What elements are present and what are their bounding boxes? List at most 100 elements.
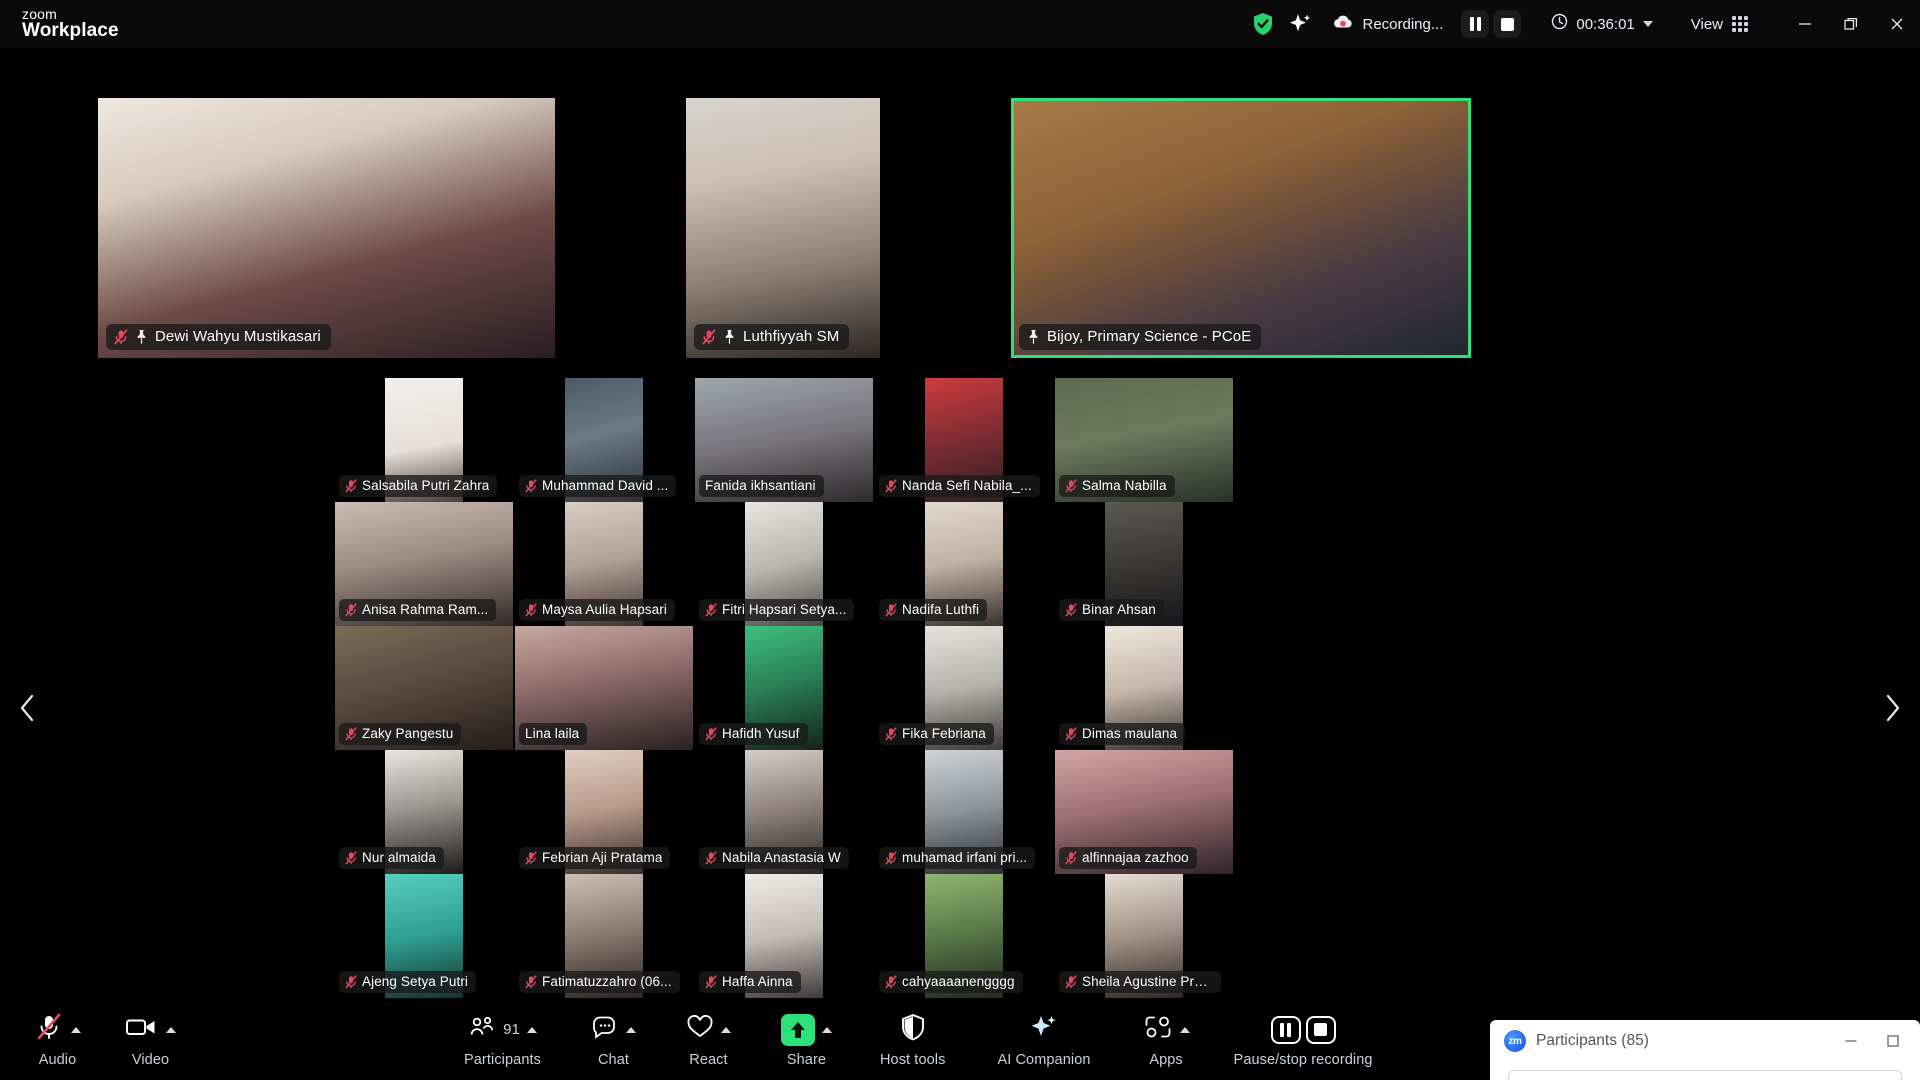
participant-tile[interactable]: Fanida ikhsantiani	[694, 378, 874, 502]
participant-tile[interactable]: Fitri Hapsari Setya...	[694, 502, 874, 626]
timer-value: 00:36:01	[1576, 15, 1635, 33]
participants-button[interactable]: 91 Participants	[460, 1000, 545, 1080]
participant-tile[interactable]: Nanda Sefi Nabila_...	[874, 378, 1054, 502]
participant-name-bar: Anisa Rahma Ram...	[339, 599, 497, 621]
participant-name-bar: Sheila Agustine Pra...	[1059, 971, 1221, 993]
microphone-muted-icon	[114, 328, 128, 345]
participant-name: Salma Nabilla	[1082, 478, 1167, 493]
react-button[interactable]: React	[682, 1000, 735, 1080]
chat-button[interactable]: Chat	[587, 1000, 640, 1080]
participant-tile[interactable]: Muhammad David ...	[514, 378, 694, 502]
microphone-muted-icon	[885, 602, 897, 617]
ai-companion-button[interactable]: AI Companion	[993, 1000, 1094, 1080]
participant-name: Ajeng Setya Putri	[362, 974, 469, 989]
participant-name: Binar Ahsan	[1082, 602, 1156, 617]
participant-tile[interactable]: Hafidh Yusuf	[694, 626, 874, 750]
participant-tile[interactable]: Zaky Pangestu	[334, 626, 514, 750]
participant-name: Anisa Rahma Ram...	[362, 602, 489, 617]
pause-recording-button[interactable]	[1461, 10, 1490, 38]
share-options-caret[interactable]	[821, 1026, 832, 1033]
title-bar: zoom Workplace Recording... 00:36:01 Vie…	[0, 0, 1920, 48]
video-label: Video	[131, 1051, 170, 1068]
microphone-muted-icon	[705, 850, 717, 865]
participant-tile[interactable]: Fatimatuzzahro (06...	[514, 874, 694, 998]
participant-tile[interactable]: Febrian Aji Pratama	[514, 750, 694, 874]
heart-icon	[686, 1014, 714, 1045]
chevron-down-icon[interactable]	[1642, 21, 1653, 27]
participant-name-bar: Haffa Ainna	[699, 971, 801, 993]
ai-sparkle-icon[interactable]	[1288, 12, 1314, 36]
minimize-window-button[interactable]	[1782, 0, 1828, 48]
participant-name: muhamad irfani pri...	[902, 850, 1028, 865]
participant-tile[interactable]: Ajeng Setya Putri	[334, 874, 514, 998]
participants-window[interactable]: zm Participants (85)	[1490, 1020, 1920, 1080]
apps-label: Apps	[1149, 1051, 1183, 1068]
close-window-button[interactable]	[1874, 0, 1920, 48]
participant-name: Nabila Anastasia W	[722, 850, 841, 865]
video-options-caret[interactable]	[166, 1026, 176, 1033]
participant-tile[interactable]: Nur almaida	[334, 750, 514, 874]
video-button[interactable]: Video	[121, 1000, 180, 1080]
microphone-muted-icon	[1065, 974, 1077, 989]
spotlight-tile[interactable]: Dewi Wahyu Mustikasari	[98, 98, 555, 358]
microphone-muted-icon	[525, 974, 537, 989]
participants-window-title: Participants (85)	[1536, 1032, 1649, 1049]
react-label: React	[689, 1051, 728, 1068]
participant-tile[interactable]: Salsabila Putri Zahra	[334, 378, 514, 502]
participant-tile[interactable]: Anisa Rahma Ram...	[334, 502, 514, 626]
participant-tile[interactable]: Binar Ahsan	[1054, 502, 1234, 626]
previous-page-button[interactable]	[8, 688, 48, 728]
zoom-logo-icon: zm	[1504, 1030, 1526, 1052]
meeting-timer[interactable]: 00:36:01	[1551, 13, 1653, 35]
participant-name-bar: Hafidh Yusuf	[699, 723, 808, 745]
participant-tile[interactable]: Fika Febriana	[874, 626, 1054, 750]
pause-stop-recording-button[interactable]: Pause/stop recording	[1230, 1000, 1377, 1080]
participants-window-maximize-button[interactable]	[1872, 1021, 1914, 1061]
window-controls	[1782, 0, 1920, 48]
shield-check-icon[interactable]	[1252, 12, 1274, 36]
pause-icon[interactable]	[1270, 1015, 1301, 1044]
participant-name-bar: Dimas maulana	[1059, 723, 1186, 745]
participants-options-caret[interactable]	[526, 1026, 537, 1033]
share-screen-arrow-icon	[780, 1013, 815, 1046]
restore-window-button[interactable]	[1828, 0, 1874, 48]
participants-search-input[interactable]	[1508, 1070, 1902, 1080]
participant-tile[interactable]: muhamad irfani pri...	[874, 750, 1054, 874]
participant-tile[interactable]: Salma Nabilla	[1054, 378, 1234, 502]
video-stage: Dewi Wahyu Mustikasari Luthfiyyah SM Bij…	[0, 48, 1920, 1000]
participant-tile[interactable]: alfinnajaa zazhoo	[1054, 750, 1234, 874]
participant-tile[interactable]: Nabila Anastasia W	[694, 750, 874, 874]
participant-tile[interactable]: cahyaaaanengggg	[874, 874, 1054, 998]
spotlight-tile[interactable]: Bijoy, Primary Science - PCoE	[1011, 98, 1471, 358]
react-options-caret[interactable]	[720, 1026, 731, 1033]
participant-name-bar: Fanida ikhsantiani	[699, 475, 824, 497]
microphone-muted-icon	[705, 974, 717, 989]
participant-name: Maysa Aulia Hapsari	[542, 602, 667, 617]
chat-options-caret[interactable]	[625, 1026, 636, 1033]
participant-tile[interactable]: Lina laila	[514, 626, 694, 750]
recording-status[interactable]: Recording...	[1332, 14, 1443, 35]
next-page-button[interactable]	[1872, 688, 1912, 728]
stop-recording-button[interactable]	[1493, 10, 1522, 38]
apps-button[interactable]: Apps	[1139, 1000, 1194, 1080]
participant-tile[interactable]: Nadifa Luthfi	[874, 502, 1054, 626]
stop-icon	[1500, 17, 1514, 31]
stop-icon[interactable]	[1305, 1015, 1336, 1044]
apps-options-caret[interactable]	[1179, 1026, 1190, 1033]
participant-name-bar: Muhammad David ...	[519, 475, 677, 497]
participant-tile[interactable]: Dimas maulana	[1054, 626, 1234, 750]
participant-tile[interactable]: Maysa Aulia Hapsari	[514, 502, 694, 626]
audio-button[interactable]: Audio	[30, 1000, 85, 1080]
participant-tile[interactable]: Haffa Ainna	[694, 874, 874, 998]
spotlight-tile[interactable]: Luthfiyyah SM	[686, 98, 880, 358]
participant-tile[interactable]: Sheila Agustine Pra...	[1054, 874, 1234, 998]
camera-icon	[125, 1014, 159, 1045]
participant-name: Sheila Agustine Pra...	[1082, 974, 1213, 989]
participant-name: Bijoy, Primary Science - PCoE	[1047, 328, 1252, 345]
participants-window-minimize-button[interactable]	[1830, 1021, 1872, 1061]
participant-name-bar: Ajeng Setya Putri	[339, 971, 477, 993]
audio-options-caret[interactable]	[71, 1026, 81, 1033]
host-tools-button[interactable]: Host tools	[876, 1000, 949, 1080]
view-button[interactable]: View	[1683, 11, 1756, 38]
share-button[interactable]: Share	[777, 1000, 836, 1080]
